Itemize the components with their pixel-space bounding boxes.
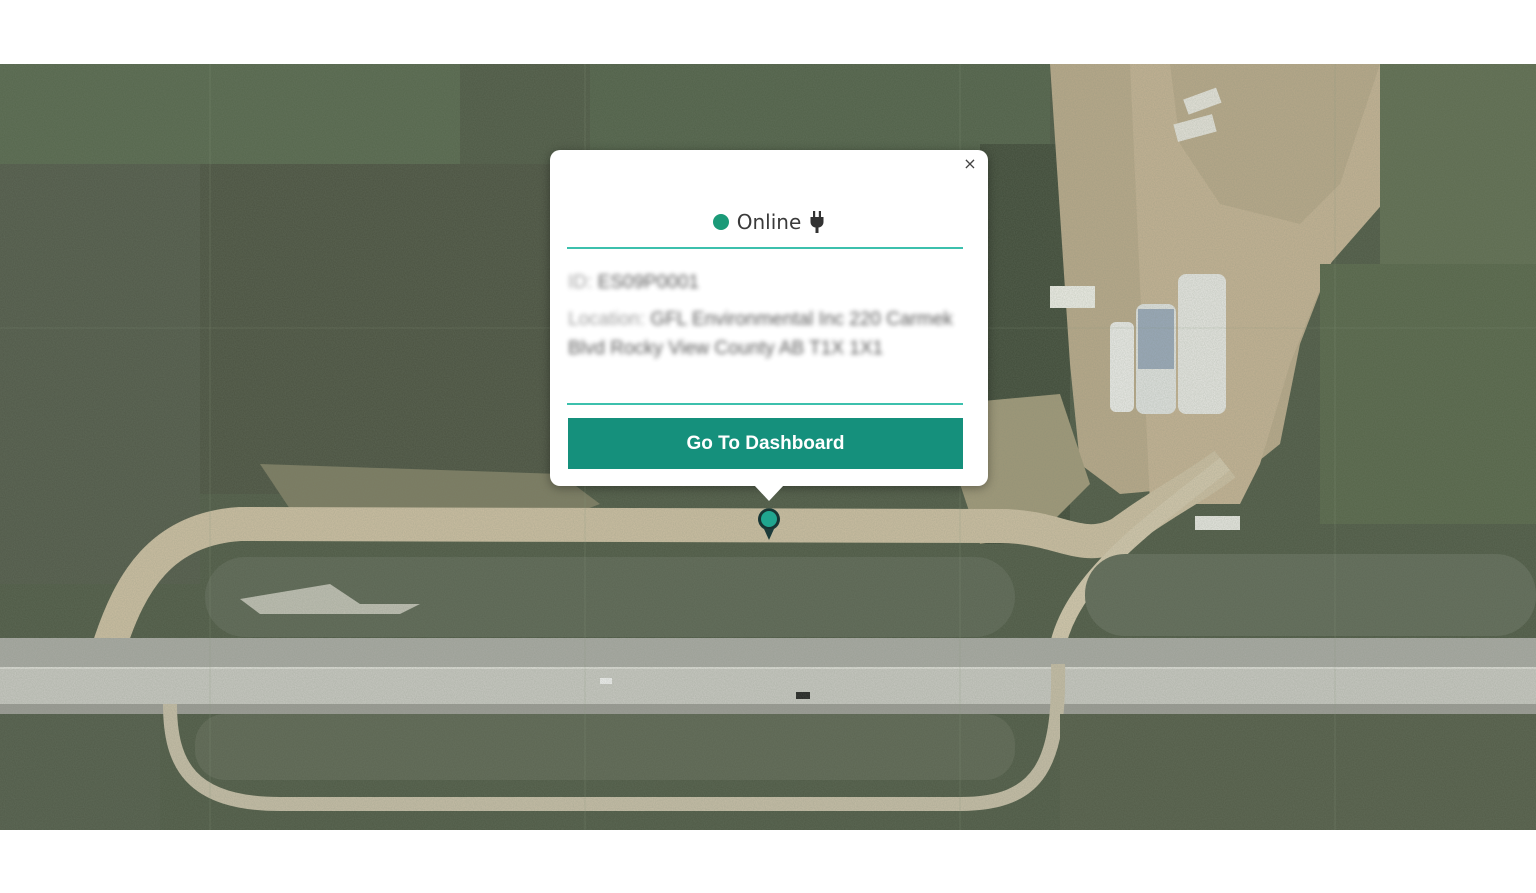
- status-dot: [712, 214, 729, 230]
- status-row: Online: [550, 208, 988, 236]
- page: × Online ID: ES09P0001 Location: GFL Env…: [0, 0, 1536, 893]
- divider-bottom: [567, 403, 963, 405]
- station-details: ID: ES09P0001 Location: GFL Environmenta…: [568, 268, 960, 363]
- station-location-line: Location: GFL Environmental Inc 220 Carm…: [568, 305, 960, 363]
- id-value: ES09P0001: [597, 272, 699, 293]
- plug-icon: [810, 211, 824, 233]
- popup-pointer: [754, 485, 784, 501]
- go-to-dashboard-button[interactable]: Go To Dashboard: [568, 418, 963, 469]
- divider-top: [567, 247, 963, 249]
- location-label: Location:: [568, 309, 646, 330]
- close-button[interactable]: ×: [960, 154, 980, 174]
- map-pin-icon[interactable]: [755, 505, 783, 541]
- id-label: ID:: [568, 272, 593, 293]
- station-info-popup: × Online ID: ES09P0001 Location: GFL Env…: [550, 150, 988, 486]
- status-text: Online: [736, 210, 802, 234]
- station-id-line: ID: ES09P0001: [568, 268, 960, 297]
